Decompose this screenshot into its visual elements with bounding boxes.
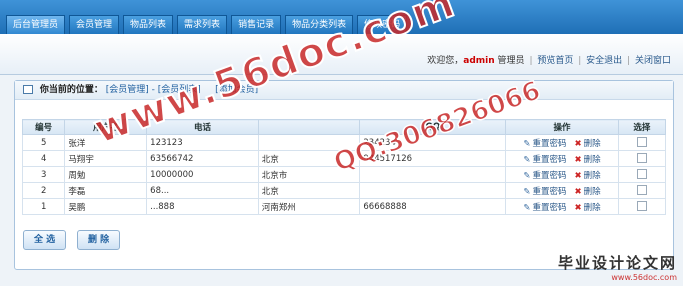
cell-username: 李磊 <box>64 182 148 199</box>
reset-password-link[interactable]: 重置密码 <box>532 171 566 181</box>
delete-x-icon: ✖ <box>574 154 582 165</box>
reset-password-link[interactable]: 重置密码 <box>532 203 566 213</box>
cell-phone: 10000000 <box>146 166 259 183</box>
logo-url: www.56doc.com <box>611 273 677 282</box>
cell-username: 周勉 <box>64 166 148 183</box>
cell-actions: ✎ 重置密码 ✖ 删除 <box>505 134 619 151</box>
col-id: 编号 <box>21 119 66 135</box>
pencil-icon: ✎ <box>523 154 531 165</box>
cell-username: 马翔宇 <box>64 150 148 167</box>
table-row: 1 吴鹏 ...888 河南郑州 66668888 ✎ 重置密码 ✖ 删除 <box>21 198 667 215</box>
select-all-button[interactable]: 全 选 <box>23 230 67 250</box>
delete-link[interactable]: 删除 <box>584 155 601 165</box>
tab-demands[interactable]: 需求列表 <box>177 15 228 35</box>
logo-title: 毕业设计论文网 <box>557 254 677 272</box>
cell-id: 5 <box>21 134 66 151</box>
delete-link[interactable]: 删除 <box>584 187 601 197</box>
cell-address: 北京 <box>257 182 361 199</box>
cell-select <box>617 198 667 215</box>
preview-home-link[interactable]: 预览首页 <box>537 56 573 66</box>
breadcrumb-label: 你当前的位置： <box>39 85 103 95</box>
tab-items[interactable]: 物品列表 <box>123 15 174 35</box>
row-checkbox[interactable] <box>636 137 647 148</box>
cell-select <box>617 134 667 151</box>
cell-phone: 63566742 <box>146 150 259 167</box>
breadcrumb: 你当前的位置： [会员管理] - [会员列表] [添加会员] <box>15 81 673 100</box>
delete-link[interactable]: 删除 <box>584 203 601 213</box>
col-address <box>257 119 361 135</box>
tab-members[interactable]: 会员管理 <box>69 15 120 35</box>
tab-admins[interactable]: 后台管理员 <box>6 15 66 35</box>
reset-password-link[interactable]: 重置密码 <box>532 155 566 165</box>
cell-id: 3 <box>21 166 66 183</box>
welcome-text: 欢迎您， <box>427 56 464 66</box>
cell-select <box>617 150 667 167</box>
row-checkbox[interactable] <box>636 201 647 212</box>
delete-link[interactable]: 删除 <box>584 139 601 149</box>
delete-x-icon: ✖ <box>574 138 582 149</box>
table-row: 2 李磊 68... 北京 ✎ 重置密码 ✖ 删除 <box>21 182 667 199</box>
tab-sales[interactable]: 销售记录 <box>231 15 282 35</box>
close-window-link[interactable]: 关闭窗口 <box>635 56 671 66</box>
row-checkbox[interactable] <box>636 169 647 180</box>
delete-link[interactable]: 删除 <box>584 171 601 181</box>
cell-select <box>617 166 667 183</box>
divider: | <box>627 56 631 66</box>
cell-qq: 66668888 <box>359 198 507 215</box>
pencil-icon: ✎ <box>523 138 531 149</box>
location-icon <box>23 85 33 94</box>
role-text: 管理员 <box>497 56 525 66</box>
cell-actions: ✎ 重置密码 ✖ 删除 <box>505 198 619 215</box>
cell-id: 1 <box>21 198 66 215</box>
cell-actions: ✎ 重置密码 ✖ 删除 <box>505 150 619 167</box>
cell-id: 2 <box>21 182 66 199</box>
watermark-logo: 毕业设计论文网 www.56doc.com <box>507 252 677 282</box>
col-actions: 操作 <box>505 119 619 135</box>
row-checkbox[interactable] <box>636 185 647 196</box>
pencil-icon: ✎ <box>523 186 531 197</box>
pencil-icon: ✎ <box>523 202 531 213</box>
reset-password-link[interactable]: 重置密码 <box>532 187 566 197</box>
pencil-icon: ✎ <box>523 170 531 181</box>
user-info: 欢迎您，admin 管理员 | 预览首页 | 安全退出 | 关闭窗口 <box>427 53 671 66</box>
cell-phone: 123123 <box>146 134 259 151</box>
divider: | <box>529 56 533 66</box>
cell-actions: ✎ 重置密码 ✖ 删除 <box>505 166 619 183</box>
col-select: 选择 <box>617 119 667 135</box>
reset-password-link[interactable]: 重置密码 <box>532 139 566 149</box>
cell-qq <box>359 166 507 183</box>
username: admin <box>463 56 495 66</box>
delete-selected-button[interactable]: 删 除 <box>77 230 121 250</box>
cell-actions: ✎ 重置密码 ✖ 删除 <box>505 182 619 199</box>
logout-link[interactable]: 安全退出 <box>586 56 622 66</box>
cell-select <box>617 182 667 199</box>
cell-address: 河南郑州 <box>257 198 361 215</box>
delete-x-icon: ✖ <box>574 186 582 197</box>
cell-id: 4 <box>21 150 66 167</box>
divider: | <box>578 56 582 66</box>
delete-x-icon: ✖ <box>574 202 582 213</box>
delete-x-icon: ✖ <box>574 170 582 181</box>
row-checkbox[interactable] <box>636 153 647 164</box>
cell-username: 吴鹏 <box>64 198 148 215</box>
cell-qq <box>359 182 507 199</box>
cell-phone: ...888 <box>146 198 259 215</box>
cell-phone: 68... <box>146 182 259 199</box>
